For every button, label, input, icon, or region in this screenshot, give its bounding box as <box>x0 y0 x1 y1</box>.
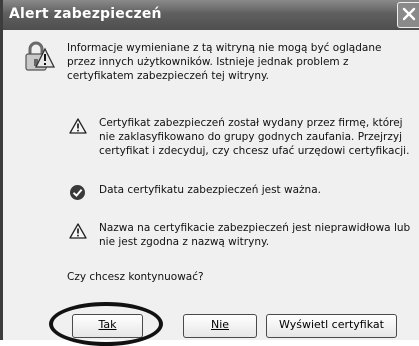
security-alert-dialog: Alert zabezpieczeń Informacje wymieniane… <box>0 0 419 346</box>
certificate-name-warning: Nazwa na certyfikacie zabezpieczeń jest … <box>99 222 411 248</box>
title-bar[interactable]: Alert zabezpieczeń <box>3 0 419 30</box>
view-certificate-button[interactable]: Wyświetl certyfikat <box>266 314 397 338</box>
yes-button[interactable]: Tak <box>72 314 143 338</box>
yes-button-label: Tak <box>98 318 117 331</box>
check-icon <box>70 185 85 200</box>
certificate-issuer-warning: Certyfikat zabezpieczeń został wydany pr… <box>99 117 410 157</box>
no-button[interactable]: Nie <box>183 314 257 338</box>
close-icon <box>402 7 416 21</box>
continue-question: Czy chcesz kontynuować? <box>67 271 204 283</box>
warning-icon <box>69 223 87 239</box>
dialog-title: Alert zabezpieczeń <box>9 6 162 22</box>
header-message: Informacje wymieniane z tą witryną nie m… <box>67 42 382 82</box>
close-button[interactable] <box>397 2 419 28</box>
certificate-date-valid: Data certyfikatu zabezpieczeń jest ważna… <box>99 184 321 196</box>
view-certificate-button-label: Wyświetl certyfikat <box>279 318 384 331</box>
lock-warning-icon <box>25 41 55 71</box>
warning-icon <box>69 118 87 134</box>
no-button-label: Nie <box>210 318 230 331</box>
dialog-body: Informacje wymieniane z tą witryną nie m… <box>3 30 419 346</box>
